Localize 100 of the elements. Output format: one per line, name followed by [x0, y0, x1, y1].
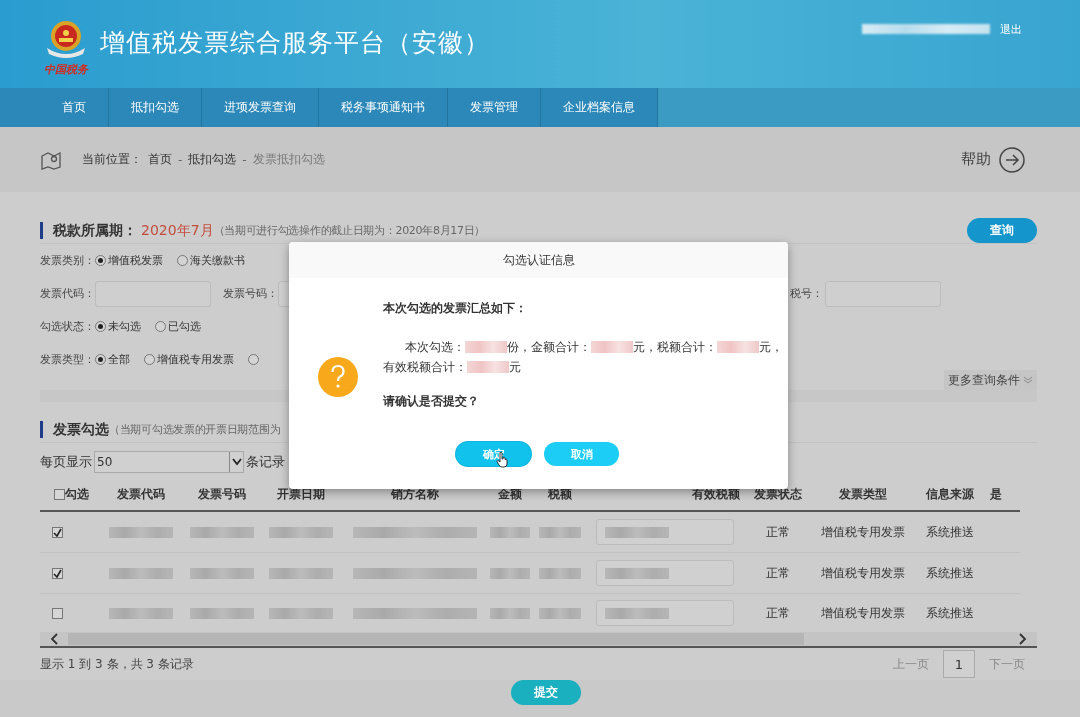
radio-label: 增值税发票: [108, 253, 163, 268]
radio-label: 已勾选: [168, 319, 201, 334]
filter-label: 勾选状态：: [40, 319, 95, 334]
tax-input-field[interactable]: [596, 519, 734, 545]
field-label: 发票号码：: [223, 286, 278, 301]
table-cell: 增值税专用发票: [820, 564, 905, 582]
column-header: 发票号码: [197, 486, 247, 503]
radio-label: 海关缴款书: [190, 253, 245, 268]
radio-button[interactable]: [144, 354, 155, 365]
filter-label: 发票类型：: [40, 352, 95, 367]
filter-label: 发票类别：: [40, 253, 95, 268]
check-icon: [53, 527, 62, 537]
breadcrumb-current: 发票抵扣勾选: [252, 151, 325, 168]
row-checkbox[interactable]: [52, 526, 63, 538]
table-cell: 系统推送: [926, 604, 974, 622]
logout-link[interactable]: 退出: [1000, 21, 1022, 37]
period-value: 2020年7月: [141, 221, 214, 240]
column-header: 金额: [497, 486, 523, 503]
radio-label: 未勾选: [108, 319, 141, 334]
chevron-right-icon: [1019, 633, 1027, 645]
horizontal-scrollbar[interactable]: [40, 632, 1037, 648]
breadcrumb-link[interactable]: 抵扣勾选: [188, 151, 237, 168]
column-header: 销方名称: [390, 486, 440, 503]
radio-button[interactable]: [95, 321, 106, 332]
section-marker: [40, 222, 43, 239]
app-title: 增值税发票综合服务平台（安徽）: [100, 26, 490, 59]
radio-button[interactable]: [95, 255, 106, 266]
redacted-value: [465, 341, 507, 353]
dialog-heading: 本次勾选的发票汇总如下：: [383, 300, 528, 317]
redacted-value: [467, 361, 509, 373]
breadcrumb-label: 当前位置：: [82, 151, 142, 168]
summary-text: 有效税额合计：: [383, 358, 467, 376]
table-cell: 系统推送: [926, 523, 974, 541]
map-pin-icon: [40, 149, 62, 170]
column-header: 发票代码: [116, 486, 166, 503]
section-title: 税款所属期：: [53, 221, 137, 240]
column-header: 发票类型: [837, 486, 888, 503]
field-label: 发票代码：: [40, 286, 95, 301]
radio-label: 全部: [108, 352, 130, 367]
table-cell: 系统推送: [926, 564, 974, 582]
column-header: 发票状态: [752, 486, 803, 503]
summary-text: 元，税额合计：: [633, 338, 717, 356]
redacted-value: [490, 526, 530, 538]
radio-button[interactable]: [155, 321, 166, 332]
dialog-title: 勾选认证信息: [502, 251, 575, 269]
table-cell: 增值税专用发票: [820, 604, 905, 622]
chevron-down-icon: [1023, 375, 1033, 385]
breadcrumb-separator: -: [178, 152, 183, 167]
confirm-question: 请确认是否提交？: [383, 393, 480, 410]
row-checkbox[interactable]: [52, 607, 63, 619]
radio-button[interactable]: [248, 354, 259, 365]
redacted-value: [539, 526, 581, 538]
column-header: 勾选: [65, 486, 89, 503]
radio-button[interactable]: [177, 255, 188, 266]
page-size-suffix: 条记录: [246, 453, 285, 471]
breadcrumb-separator: -: [242, 152, 247, 167]
redacted-value: [605, 567, 669, 579]
tax-input-field[interactable]: [596, 600, 734, 626]
summary-text: 元: [509, 358, 521, 376]
redacted-value: [109, 526, 173, 538]
breadcrumb-link[interactable]: 首页: [148, 151, 172, 168]
chevron-left-icon: [50, 633, 58, 645]
table-cell: 正常: [765, 564, 790, 582]
column-header: 开票日期: [276, 486, 326, 503]
redacted-value: [490, 607, 530, 619]
redacted-value: [591, 341, 633, 353]
field-label: 税号：: [790, 286, 823, 301]
column-header: 有效税额: [691, 486, 740, 503]
radio-button[interactable]: [95, 354, 106, 365]
redacted-value: [605, 526, 669, 538]
redacted-value: [190, 567, 254, 579]
scrollbar-thumb[interactable]: [68, 633, 804, 645]
redacted-value: [190, 526, 254, 538]
column-header: 是: [990, 486, 1003, 503]
column-header: 信息来源: [924, 486, 975, 503]
select-all-checkbox[interactable]: [54, 489, 65, 500]
submit-button[interactable]: 提交: [511, 680, 581, 705]
help-link[interactable]: 帮助: [961, 146, 1025, 173]
question-icon: [318, 357, 358, 397]
summary-text: 元，: [759, 338, 783, 356]
table-cell: 增值税专用发票: [820, 523, 905, 541]
row-checkbox[interactable]: [52, 567, 63, 579]
redacted-value: [490, 567, 530, 579]
section-title: 发票勾选: [53, 420, 109, 439]
query-button[interactable]: 查询: [967, 218, 1037, 243]
column-header: 税额: [547, 486, 573, 503]
redacted-value: [109, 607, 173, 619]
radio-label: 增值税专用发票: [157, 352, 234, 367]
check-icon: [53, 568, 62, 578]
record-summary: 显示 1 到 3 条，共 3 条记录: [40, 655, 194, 673]
more-conditions-button[interactable]: 更多查询条件: [944, 370, 1037, 390]
redacted-value: [539, 607, 581, 619]
period-note: （当期可进行勾选操作的截止日期为：2020年8月17日）: [213, 223, 486, 238]
table-cell: 正常: [765, 523, 790, 541]
redacted-value: [605, 607, 669, 619]
arrow-circle-icon: [999, 146, 1025, 173]
redacted-value: [269, 607, 333, 619]
tax-input-field[interactable]: [596, 560, 734, 586]
page-size-select[interactable]: 50: [94, 451, 244, 473]
page-number[interactable]: 1: [943, 650, 975, 678]
